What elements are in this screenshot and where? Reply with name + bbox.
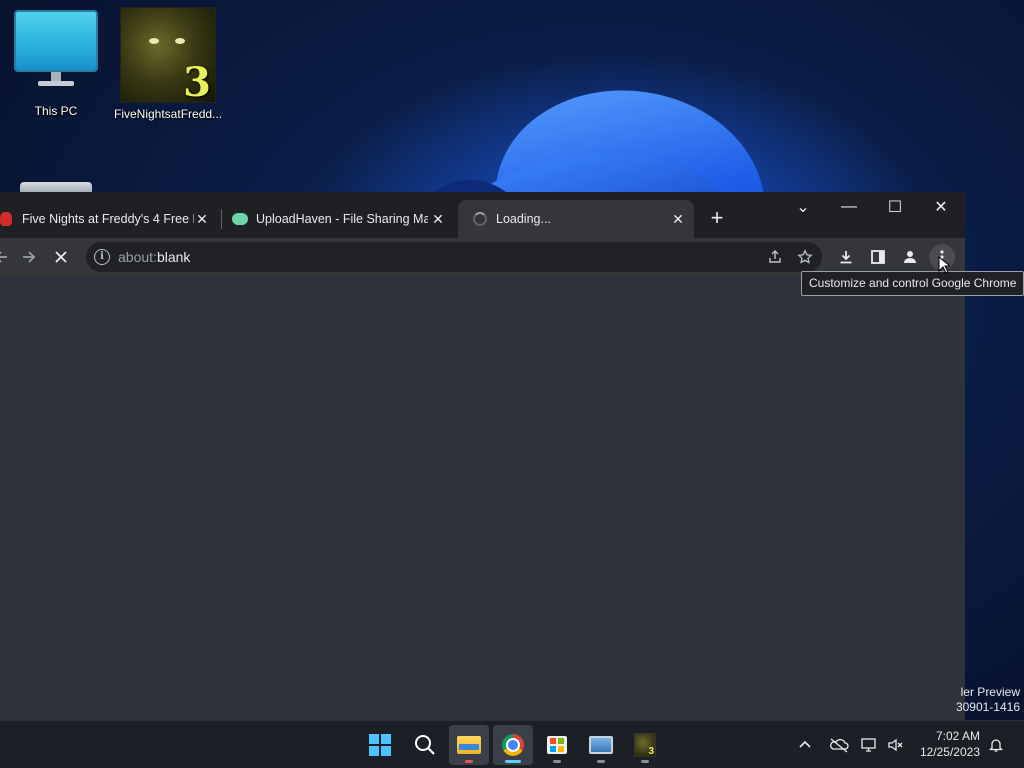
new-tab-button[interactable]: + xyxy=(704,206,730,232)
network-icon xyxy=(861,738,876,752)
tab-loading[interactable]: Loading... ✕ xyxy=(458,200,694,238)
notification-bell-icon xyxy=(988,739,1004,752)
clock-time: 7:02 AM xyxy=(935,729,980,743)
fnaf3-taskbar-button[interactable]: 3 xyxy=(625,725,665,765)
tab-close-icon[interactable]: ✕ xyxy=(430,211,446,227)
address-bar[interactable]: i about:blank xyxy=(86,242,822,272)
active-indicator xyxy=(505,760,521,763)
show-hidden-icons-button[interactable] xyxy=(798,721,812,768)
chrome-icon xyxy=(502,734,524,756)
tab-search-button[interactable]: ⌄ xyxy=(780,192,826,222)
minimize-button[interactable]: — xyxy=(826,192,872,222)
windows-logo-icon xyxy=(369,734,391,756)
site-info-icon[interactable]: i xyxy=(94,249,110,265)
volume-button[interactable] xyxy=(887,721,905,768)
tab-separator xyxy=(221,209,222,229)
stop-icon[interactable] xyxy=(48,244,74,270)
onedrive-icon xyxy=(830,738,849,753)
side-panel-icon[interactable] xyxy=(865,244,891,270)
chrome-taskbar-button[interactable] xyxy=(493,725,533,765)
tab-title: Loading... xyxy=(496,212,551,226)
profile-icon[interactable] xyxy=(897,244,923,270)
loading-spinner-icon xyxy=(472,211,488,227)
fnaf-favicon xyxy=(0,211,14,227)
running-indicator xyxy=(465,760,473,763)
back-arrow-icon[interactable] xyxy=(0,244,14,270)
start-button[interactable] xyxy=(360,725,400,765)
file-explorer-button[interactable] xyxy=(449,725,489,765)
url-text[interactable]: about:blank xyxy=(118,249,190,265)
uploadhaven-cloud-icon xyxy=(232,211,248,227)
search-icon xyxy=(415,735,435,755)
tab-title: UploadHaven - File Sharing Mad xyxy=(256,212,428,226)
fnaf3-icon: 3 xyxy=(120,7,216,106)
insider-watermark: ler Preview 30901-1416 xyxy=(955,685,1020,714)
close-window-button[interactable]: ✕ xyxy=(918,192,964,222)
clock[interactable]: 7:02 AM 12/25/2023 xyxy=(920,728,980,760)
mouse-cursor-icon xyxy=(938,256,950,274)
desktop-icon-label: FiveNightsatFredd... xyxy=(114,107,222,121)
page-content[interactable] xyxy=(0,278,965,720)
maximize-button[interactable]: ☐ xyxy=(872,192,918,222)
running-indicator xyxy=(641,760,649,763)
running-indicator xyxy=(553,760,561,763)
network-button[interactable] xyxy=(861,721,879,768)
task-manager-button[interactable] xyxy=(581,725,621,765)
tab-close-icon[interactable]: ✕ xyxy=(194,211,210,227)
microsoft-store-button[interactable] xyxy=(537,725,577,765)
this-pc-icon xyxy=(14,10,98,100)
forward-arrow-icon[interactable] xyxy=(16,244,42,270)
tab-uploadhaven[interactable]: UploadHaven - File Sharing Mad ✕ xyxy=(232,200,454,238)
volume-muted-icon xyxy=(888,738,903,752)
menu-tooltip: Customize and control Google Chrome xyxy=(801,271,1024,296)
desktop-icon-label: This PC xyxy=(34,104,78,118)
clock-date: 12/25/2023 xyxy=(919,745,980,759)
download-icon[interactable] xyxy=(833,244,859,270)
taskbar: 3 7:02 AM 12/25/2023 xyxy=(0,720,1024,768)
fnaf3-icon: 3 xyxy=(634,733,656,757)
share-icon[interactable] xyxy=(762,244,788,270)
chevron-up-icon xyxy=(799,740,811,748)
onedrive-button[interactable] xyxy=(829,721,849,768)
desktop-icon-fnaf3[interactable]: 3 FiveNightsatFredd... xyxy=(114,7,222,121)
tab-title: Five Nights at Freddy's 4 Free Do xyxy=(22,212,194,226)
tab-strip: Five Nights at Freddy's 4 Free Do ✕ Uplo… xyxy=(0,192,965,238)
task-manager-icon xyxy=(589,736,613,754)
store-icon xyxy=(547,736,567,754)
notifications-button[interactable] xyxy=(988,721,1004,768)
search-button[interactable] xyxy=(405,725,445,765)
tab-close-icon[interactable]: ✕ xyxy=(670,211,686,227)
running-indicator xyxy=(597,760,605,763)
folder-icon xyxy=(457,736,481,754)
bookmark-star-icon[interactable] xyxy=(792,244,818,270)
tab-fnaf4[interactable]: Five Nights at Freddy's 4 Free Do ✕ xyxy=(0,200,218,238)
desktop-icon-this-pc[interactable]: This PC xyxy=(2,10,110,118)
